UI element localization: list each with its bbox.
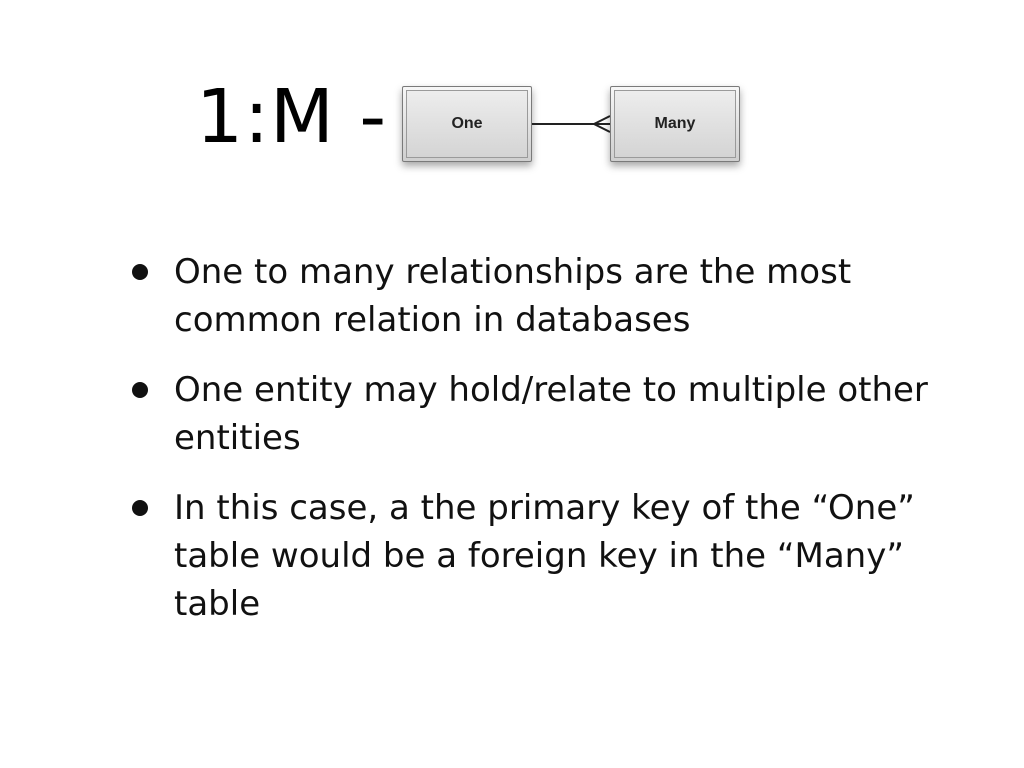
slide-title: 1:M -: [196, 74, 388, 160]
one-to-many-connector: [532, 115, 610, 133]
entity-many-box: Many: [610, 86, 740, 162]
bullet-text: One to many relationships are the most c…: [174, 252, 852, 340]
bullet-dot-icon: [132, 500, 148, 516]
bullet-item: One entity may hold/relate to multiple o…: [128, 366, 928, 462]
er-diagram: One Many: [396, 82, 756, 172]
bullet-dot-icon: [132, 382, 148, 398]
bullet-dot-icon: [132, 264, 148, 280]
bullet-item: One to many relationships are the most c…: [128, 248, 928, 344]
bullet-list: One to many relationships are the most c…: [128, 248, 928, 650]
entity-many-label: Many: [614, 90, 736, 158]
entity-one-box: One: [402, 86, 532, 162]
bullet-text: In this case, a the primary key of the “…: [174, 488, 915, 624]
bullet-item: In this case, a the primary key of the “…: [128, 484, 928, 628]
bullet-text: One entity may hold/relate to multiple o…: [174, 370, 928, 458]
entity-one-label: One: [406, 90, 528, 158]
